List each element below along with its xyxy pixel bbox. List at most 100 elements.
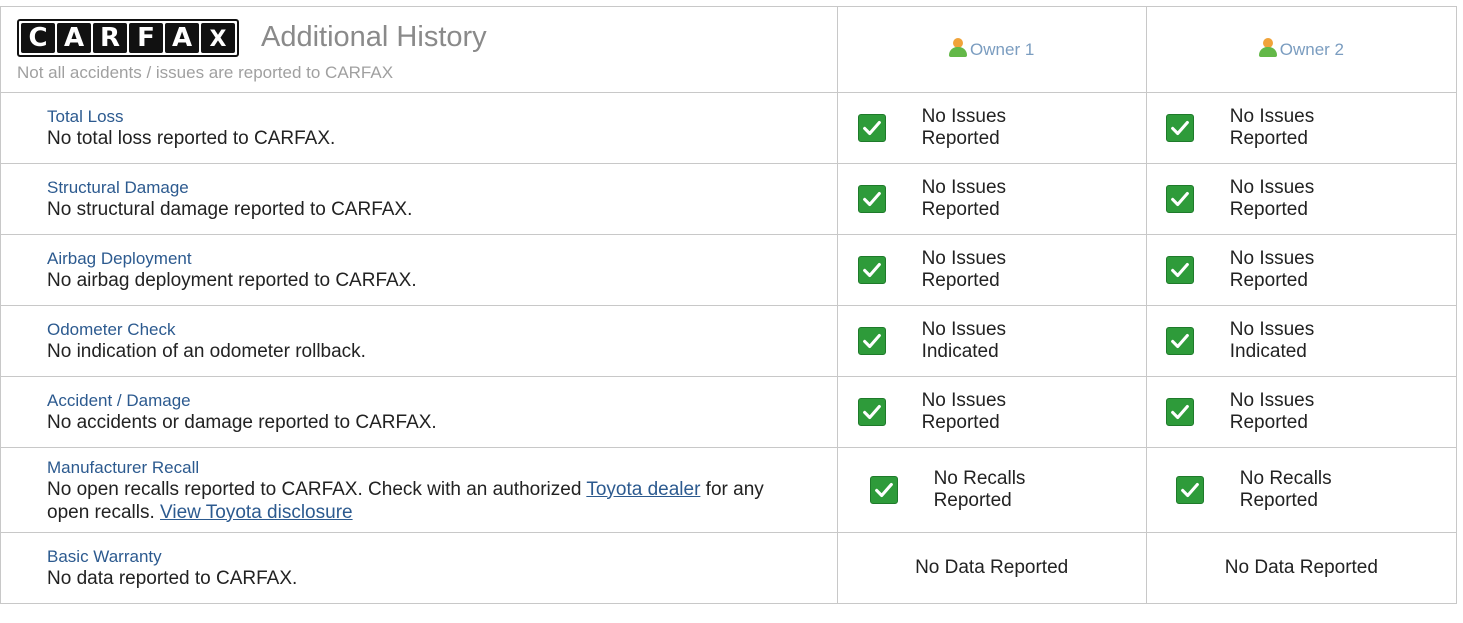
row-label-cell: Odometer Check No indication of an odome… [0,305,838,377]
status-line: Reported [933,490,1012,511]
history-table: C A R F A X Additional History Not all a… [0,6,1458,604]
checkmark-icon [1165,398,1194,426]
status-line: Reported [921,412,1000,433]
owner-1-status: No Issues Reported [836,92,1147,164]
row-description: No open recalls reported to CARFAX. Chec… [47,478,837,524]
logo-letter: A [57,22,91,53]
header-row: C A R F A X Additional History Not all a… [0,6,1458,93]
status-line: Reported [1229,412,1308,433]
status-line: No Issues [921,319,1007,340]
row-label-cell: Airbag Deployment No airbag deployment r… [0,234,838,306]
status-line: No Issues [1229,177,1315,198]
status-line: Reported [1229,270,1308,291]
status-line: No Issues [921,390,1007,411]
status-line: Reported [1229,199,1308,220]
owner-label: Owner 1 [970,39,1035,59]
status-line: No Issues [921,106,1007,127]
owner-1-status: No Issues Reported [836,163,1147,235]
logo-letter: F [129,22,163,53]
owner-2-status: No Data Reported [1145,532,1458,604]
row-label-cell: Structural Damage No structural damage r… [0,163,838,235]
row-label-cell: Basic Warranty No data reported to CARFA… [0,532,838,604]
owner-2-status: No Issues Reported [1145,376,1458,448]
history-row: Odometer Check No indication of an odome… [0,305,1458,377]
additional-history-panel: C A R F A X Additional History Not all a… [0,6,1458,623]
status-line: No Issues [1229,248,1315,269]
owner-1-status: No Issues Reported [836,234,1147,306]
toyota-dealer-link[interactable]: Toyota dealer [586,479,700,500]
row-title: Structural Damage [47,178,189,197]
status-line: No Issues [1229,106,1315,127]
owner-label: Owner 2 [1279,39,1344,59]
owner-2-status: No Issues Indicated [1145,305,1458,377]
description-text: No open recalls reported to CARFAX. Chec… [47,478,587,500]
row-title: Odometer Check [47,320,176,339]
row-description: No indication of an odometer rollback. [47,341,366,362]
status-line: No Issues [921,248,1007,269]
row-description: No total loss reported to CARFAX. [47,128,336,149]
status-line: Reported [921,128,1000,149]
person-icon [1258,38,1277,57]
row-title: Accident / Damage [47,391,191,410]
status-line: Reported [1229,128,1308,149]
owner-1-header: Owner 1 [836,6,1147,93]
person-icon [949,38,968,57]
row-title: Airbag Deployment [47,249,192,268]
history-row: Airbag Deployment No airbag deployment r… [0,234,1458,306]
section-subtitle: Not all accidents / issues are reported … [17,62,394,82]
checkmark-icon [869,476,898,504]
row-label-cell: Accident / Damage No accidents or damage… [0,376,838,448]
status-line: No Recalls [933,468,1026,489]
row-description: No airbag deployment reported to CARFAX. [47,270,417,291]
row-title: Total Loss [47,107,124,126]
carfax-logo: C A R F A X [17,18,239,57]
status-line: Reported [921,199,1000,220]
toyota-disclosure-link[interactable]: View Toyota disclosure [160,502,353,523]
logo-letter: C [21,22,55,53]
header-title-cell: C A R F A X Additional History Not all a… [0,6,838,93]
logo-letter: R [93,22,127,53]
row-label-cell: Manufacturer Recall No open recalls repo… [0,447,838,533]
status-line: No Issues [921,177,1007,198]
checkmark-icon [1165,114,1194,142]
status-line: Reported [921,270,1000,291]
status-line: Reported [1239,490,1318,511]
history-row: Structural Damage No structural damage r… [0,163,1458,235]
checkmark-icon [1175,476,1204,504]
history-row: Basic Warranty No data reported to CARFA… [0,532,1458,604]
owner-2-status: No Issues Reported [1145,234,1458,306]
history-row: Manufacturer Recall No open recalls repo… [0,447,1458,533]
logo-letter: X [201,22,235,53]
history-row: Total Loss No total loss reported to CAR… [0,92,1458,164]
owner-2-header: Owner 2 [1145,6,1458,93]
owner-2-status: No Recalls Reported [1145,447,1458,533]
row-title: Basic Warranty [47,547,162,566]
owner-2-status: No Issues Reported [1145,92,1458,164]
owner-1-status: No Issues Indicated [836,305,1147,377]
checkmark-icon [1165,256,1194,284]
row-description: No accidents or damage reported to CARFA… [47,412,437,433]
history-row: Accident / Damage No accidents or damage… [0,376,1458,448]
owner-1-status: No Issues Reported [836,376,1147,448]
row-description: No data reported to CARFAX. [47,568,298,589]
row-title: Manufacturer Recall [47,457,200,477]
checkmark-icon [857,185,886,213]
checkmark-icon [1165,327,1194,355]
checkmark-icon [857,398,886,426]
status-line: No Issues [1229,390,1315,411]
status-line: Indicated [921,341,999,362]
owner-1-status: No Recalls Reported [836,447,1147,533]
checkmark-icon [857,256,886,284]
owner-2-status: No Issues Reported [1145,163,1458,235]
checkmark-icon [1165,185,1194,213]
section-title: Additional History [261,21,487,53]
status-line: No Issues [1229,319,1315,340]
checkmark-icon [857,114,886,142]
row-description: No structural damage reported to CARFAX. [47,199,413,220]
status-line: No Recalls [1239,468,1332,489]
checkmark-icon [857,327,886,355]
logo-letter: A [165,22,199,53]
status-line: Indicated [1229,341,1307,362]
owner-1-status: No Data Reported [836,532,1147,604]
row-label-cell: Total Loss No total loss reported to CAR… [0,92,838,164]
